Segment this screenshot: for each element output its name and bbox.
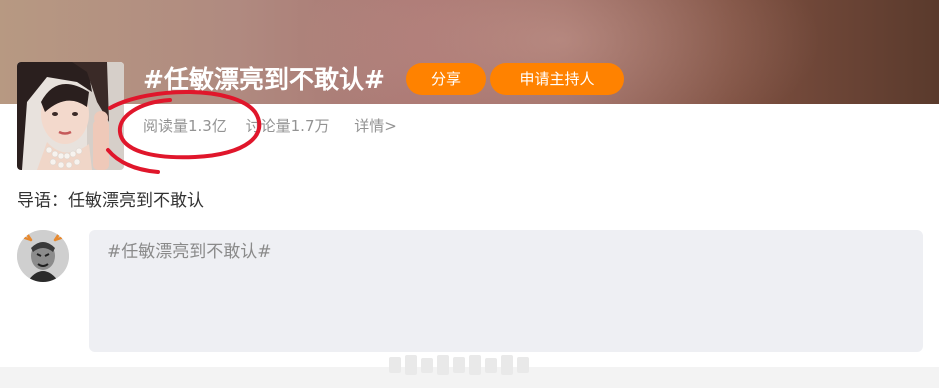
user-avatar-image xyxy=(17,230,69,282)
detail-link[interactable]: 详情> xyxy=(354,114,397,138)
topic-stats: 阅读量1.3亿 讨论量1.7万 详情> xyxy=(143,114,397,138)
read-count: 阅读量1.3亿 xyxy=(143,117,227,135)
topic-title: #任敏漂亮到不敢认# xyxy=(143,65,385,94)
blurred-watermark xyxy=(389,355,529,375)
post-composer-input[interactable]: #任敏漂亮到不敢认# xyxy=(89,230,923,352)
apply-host-button[interactable]: 申请主持人 xyxy=(490,63,624,95)
topic-intro: 导语：任敏漂亮到不敢认 xyxy=(17,191,204,211)
topic-page: #任敏漂亮到不敢认# 分享 申请主持人 阅读量1.3亿 讨论量1.7万 详情> … xyxy=(0,0,939,388)
discuss-count: 讨论量1.7万 xyxy=(245,117,330,135)
topic-cover-image xyxy=(17,62,124,170)
share-button[interactable]: 分享 xyxy=(406,63,486,95)
